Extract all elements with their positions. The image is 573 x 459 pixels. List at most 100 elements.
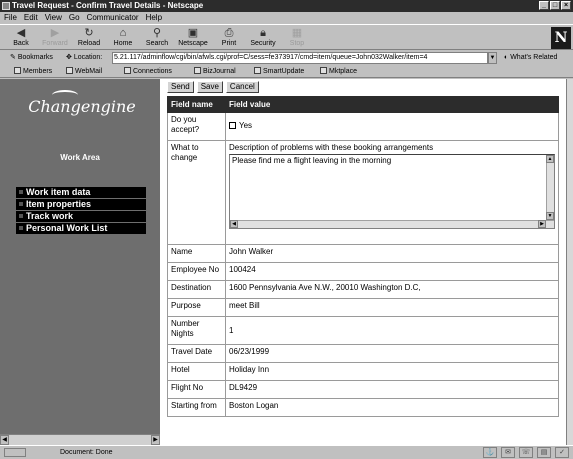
scroll-down-icon[interactable]: ▼ xyxy=(546,212,554,220)
field-value: John Walker xyxy=(225,244,559,263)
accept-checkbox[interactable] xyxy=(229,122,236,129)
table-row: Do you accept? Yes xyxy=(167,112,559,141)
bookmark-folder-icon xyxy=(320,67,327,74)
security-button[interactable]: 🔒︎ Security xyxy=(246,27,280,49)
search-button[interactable]: ⚲ Search xyxy=(140,27,174,49)
mail-icon[interactable]: ✉ xyxy=(501,447,515,458)
menu-communicator[interactable]: Communicator xyxy=(87,12,139,24)
personal-item-smartupdate[interactable]: SmartUpdate xyxy=(254,65,304,78)
status-bar: Document: Done ⚓ ✉ ☏ ▤ ✓ xyxy=(0,445,573,459)
home-icon: ⌂ xyxy=(119,27,127,39)
whats-related-icon: ◐ xyxy=(504,54,509,61)
url-input[interactable]: 5.21.117/adminflow/cgi/bin/afwls.cgi/pro… xyxy=(112,52,488,64)
forward-button[interactable]: ▶ Forward xyxy=(38,27,72,49)
bookmark-folder-icon xyxy=(14,67,21,74)
bookmark-folder-icon xyxy=(66,67,73,74)
bookmarks-button[interactable]: ✎ Bookmarks xyxy=(10,51,53,65)
maximize-icon[interactable]: □ xyxy=(550,1,560,10)
url-dropdown-icon[interactable]: ▼ xyxy=(488,52,497,64)
menu-view[interactable]: View xyxy=(45,12,62,24)
status-text: Document: Done xyxy=(60,449,113,456)
nav-item-personal-work-list[interactable]: Personal Work List xyxy=(16,223,146,234)
reload-icon: ↻ xyxy=(84,27,94,39)
nav-item-item-properties[interactable]: Item properties xyxy=(16,199,146,210)
menu-go[interactable]: Go xyxy=(69,12,80,24)
changengine-logo: Changengine xyxy=(12,90,152,129)
minimize-icon[interactable]: _ xyxy=(539,1,549,10)
bookmark-icon: ✎ xyxy=(10,54,16,61)
home-button[interactable]: ⌂ Home xyxy=(106,27,140,49)
field-label: Number Nights xyxy=(167,316,226,345)
scroll-right-icon[interactable]: ▶ xyxy=(151,435,160,445)
table-row: Name John Walker xyxy=(167,244,559,263)
bookmark-folder-icon xyxy=(194,67,201,74)
whats-related-button[interactable]: ◐ What's Related xyxy=(504,51,557,65)
field-label: Name xyxy=(167,244,226,263)
window-controls: _ □ × xyxy=(539,1,571,10)
scroll-left-icon[interactable]: ◀ xyxy=(230,220,238,228)
close-icon[interactable]: × xyxy=(561,1,571,10)
table-row: Travel Date 06/23/1999 xyxy=(167,344,559,363)
textarea-horizontal-scrollbar[interactable]: ◀ ▶ xyxy=(230,220,554,228)
personal-item-bizjournal[interactable]: BizJournal xyxy=(194,65,236,78)
change-textarea[interactable]: Please find me a flight leaving in the m… xyxy=(229,154,555,229)
left-frame-horizontal-scrollbar[interactable]: ◀ ▶ xyxy=(0,434,160,445)
connection-status-icon xyxy=(4,448,26,457)
page-vertical-scrollbar[interactable] xyxy=(566,79,573,445)
change-description: Description of problems with these booki… xyxy=(229,143,434,152)
personal-item-members[interactable]: Members xyxy=(14,65,52,78)
header-field-name: Field name xyxy=(167,96,226,113)
menu-file[interactable]: File xyxy=(4,12,17,24)
back-button[interactable]: ◀ Back xyxy=(4,27,38,49)
right-frame: Send Save Cancel Field name Field value … xyxy=(160,79,566,445)
field-label: What to change xyxy=(167,140,226,245)
table-row: Hotel Holiday Inn xyxy=(167,362,559,381)
field-value: meet Bill xyxy=(225,298,559,317)
scroll-right-icon[interactable]: ▶ xyxy=(538,220,546,228)
netscape-app-icon xyxy=(2,2,10,10)
scroll-up-icon[interactable]: ▲ xyxy=(546,155,554,163)
textarea-vertical-scrollbar[interactable]: ▲ ▼ xyxy=(546,155,554,228)
accept-checkbox-group[interactable]: Yes xyxy=(229,121,555,131)
field-value: 1 xyxy=(225,316,559,345)
reload-button[interactable]: ↻ Reload xyxy=(72,27,106,49)
field-label: Do you accept? xyxy=(167,112,226,141)
composer-icon[interactable]: ▤ xyxy=(537,447,551,458)
table-row: Employee No 100424 xyxy=(167,262,559,281)
nav-item-track-work[interactable]: Track work xyxy=(16,211,146,222)
navigation-toolbar: ◀ Back ▶ Forward ↻ Reload ⌂ Home ⚲ Searc… xyxy=(0,24,573,50)
location-toolbar: ✎ Bookmarks ✥ Location: 5.21.117/adminfl… xyxy=(0,51,573,65)
save-button[interactable]: Save xyxy=(196,81,223,93)
netscape-icon: ▣ xyxy=(187,27,199,39)
personal-item-connections[interactable]: Connections xyxy=(124,65,172,78)
menu-edit[interactable]: Edit xyxy=(24,12,38,24)
table-row: Flight No DL9429 xyxy=(167,380,559,399)
stop-button[interactable]: ▦ Stop xyxy=(280,27,314,49)
cancel-button[interactable]: Cancel xyxy=(225,81,259,93)
table-row: Number Nights 1 xyxy=(167,316,559,345)
personal-item-mktplace[interactable]: Mktplace xyxy=(320,65,357,78)
personal-item-webmail[interactable]: WebMail xyxy=(66,65,102,78)
discussion-icon[interactable]: ☏ xyxy=(519,447,533,458)
header-field-value: Field value xyxy=(225,96,559,113)
location-label: ✥ Location: xyxy=(66,54,103,61)
page-viewport: Changengine Work Area Work item data Ite… xyxy=(0,79,566,445)
print-icon: ⎙ xyxy=(224,27,234,39)
field-value: Boston Logan xyxy=(225,398,559,417)
netscape-button[interactable]: ▣ Netscape xyxy=(176,27,210,49)
netscape-logo: N xyxy=(551,27,571,49)
bookmark-folder-icon xyxy=(124,67,131,74)
scroll-left-icon[interactable]: ◀ xyxy=(0,435,9,445)
field-value: 06/23/1999 xyxy=(225,344,559,363)
print-button[interactable]: ⎙ Print xyxy=(212,27,246,49)
menu-bar: File Edit View Go Communicator Help xyxy=(0,12,573,24)
back-arrow-icon: ◀ xyxy=(16,27,26,39)
lock-icon: 🔒︎ xyxy=(260,27,266,39)
navigator-icon[interactable]: ⚓ xyxy=(483,447,497,458)
location-page-icon: ✥ xyxy=(66,54,72,61)
edit-pen-icon[interactable]: ✓ xyxy=(555,447,569,458)
work-area-title: Work Area xyxy=(60,153,100,162)
send-button[interactable]: Send xyxy=(167,81,194,93)
menu-help[interactable]: Help xyxy=(146,12,162,24)
nav-item-work-item-data[interactable]: Work item data xyxy=(16,187,146,198)
